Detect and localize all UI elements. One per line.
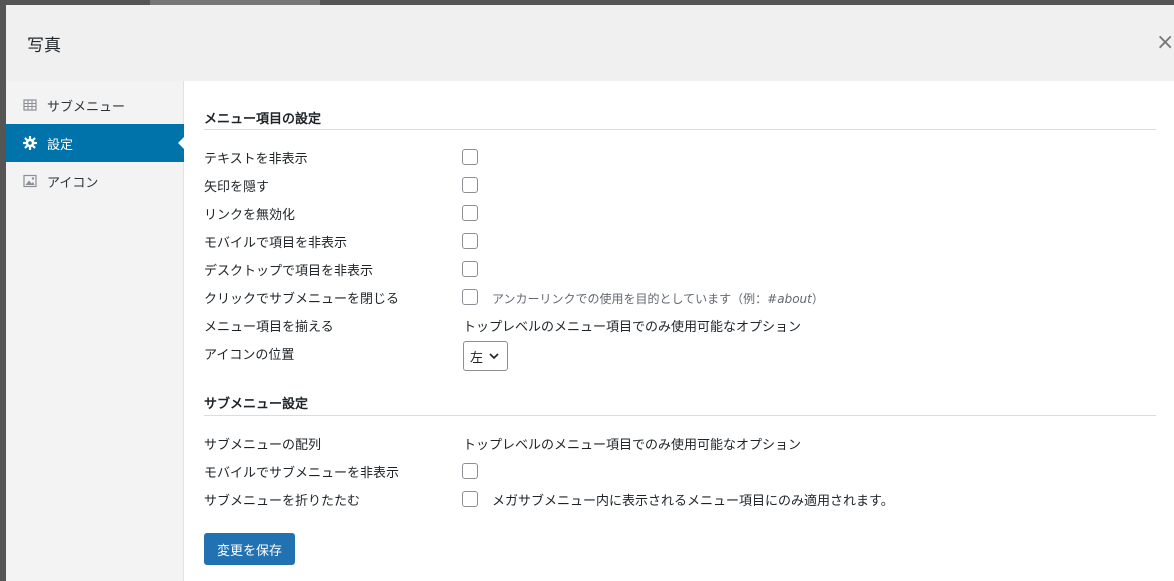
disable-link-label: リンクを無効化 bbox=[204, 208, 296, 223]
disable-link-checkbox[interactable] bbox=[462, 205, 478, 221]
close-icon[interactable]: × bbox=[1156, 31, 1174, 55]
sidebar-item-settings[interactable]: 設定 bbox=[6, 124, 185, 162]
image-icon bbox=[23, 174, 37, 188]
close-submenu-on-click-label: クリックでサブメニューを閉じる bbox=[204, 292, 400, 307]
modal-title: 写真 bbox=[27, 36, 61, 56]
chevron-down-icon bbox=[489, 353, 499, 360]
collapse-submenu-label: サブメニューを折りたたむ bbox=[204, 494, 361, 509]
collapse-submenu-checkbox[interactable] bbox=[462, 491, 478, 507]
gear-icon bbox=[23, 136, 37, 150]
icon-position-label: アイコンの位置 bbox=[204, 348, 295, 363]
hide-on-desktop-label: デスクトップで項目を非表示 bbox=[204, 264, 374, 279]
save-changes-button[interactable]: 変更を保存 bbox=[204, 533, 295, 565]
section-divider bbox=[204, 129, 1156, 130]
hide-text-label: テキストを非表示 bbox=[204, 152, 308, 167]
anchor-link-note: アンカーリンクでの使用を目的としています（例：#about） bbox=[492, 292, 824, 306]
section-divider bbox=[204, 415, 1156, 416]
anchor-example: #about bbox=[767, 292, 812, 306]
close-submenu-on-click-checkbox[interactable] bbox=[462, 289, 478, 305]
sidebar-item-label: アイコン bbox=[47, 175, 99, 191]
sidebar-item-label: サブメニュー bbox=[47, 99, 126, 115]
modal-header: 写真 × bbox=[6, 5, 1174, 81]
hide-on-mobile-label: モバイルで項目を非表示 bbox=[204, 236, 348, 251]
menu-settings-title: メニュー項目の設定 bbox=[204, 112, 322, 127]
grid-icon bbox=[23, 99, 37, 111]
hide-arrow-label: 矢印を隠す bbox=[204, 180, 270, 195]
align-menu-item-label: メニュー項目を揃える bbox=[204, 320, 334, 335]
submenu-settings-title: サブメニュー設定 bbox=[204, 397, 309, 412]
sidebar-item-submenu[interactable]: サブメニュー bbox=[6, 86, 184, 124]
hide-submenu-mobile-checkbox[interactable] bbox=[462, 463, 478, 479]
hide-on-desktop-checkbox[interactable] bbox=[462, 261, 478, 277]
settings-content: メニュー項目の設定 テキストを非表示 矢印を隠す リンクを無効化 モバイルで項目… bbox=[204, 81, 1158, 581]
submenu-alignment-label: サブメニューの配列 bbox=[204, 438, 322, 453]
icon-position-value: 左 bbox=[470, 350, 484, 366]
modal-sidebar: サブメニュー 設定 アイコン bbox=[6, 81, 185, 581]
hide-submenu-mobile-label: モバイルでサブメニューを非表示 bbox=[204, 466, 400, 481]
hide-on-mobile-checkbox[interactable] bbox=[462, 233, 478, 249]
settings-modal: 写真 × サブメニュー 設定 アイコン メニュー項目の設定 テキストを非表示 矢… bbox=[6, 5, 1174, 581]
sidebar-item-icon[interactable]: アイコン bbox=[6, 162, 184, 200]
sidebar-item-label: 設定 bbox=[47, 137, 74, 153]
hide-arrow-checkbox[interactable] bbox=[462, 177, 478, 193]
align-menu-item-value: トップレベルのメニュー項目でのみ使用可能なオプション bbox=[463, 320, 802, 335]
icon-position-select[interactable]: 左 bbox=[463, 341, 508, 371]
mega-submenu-note: メガサブメニュー内に表示されるメニュー項目にのみ適用されます。 bbox=[492, 494, 894, 509]
submenu-alignment-value: トップレベルのメニュー項目でのみ使用可能なオプション bbox=[463, 438, 802, 453]
hide-text-checkbox[interactable] bbox=[462, 149, 478, 165]
